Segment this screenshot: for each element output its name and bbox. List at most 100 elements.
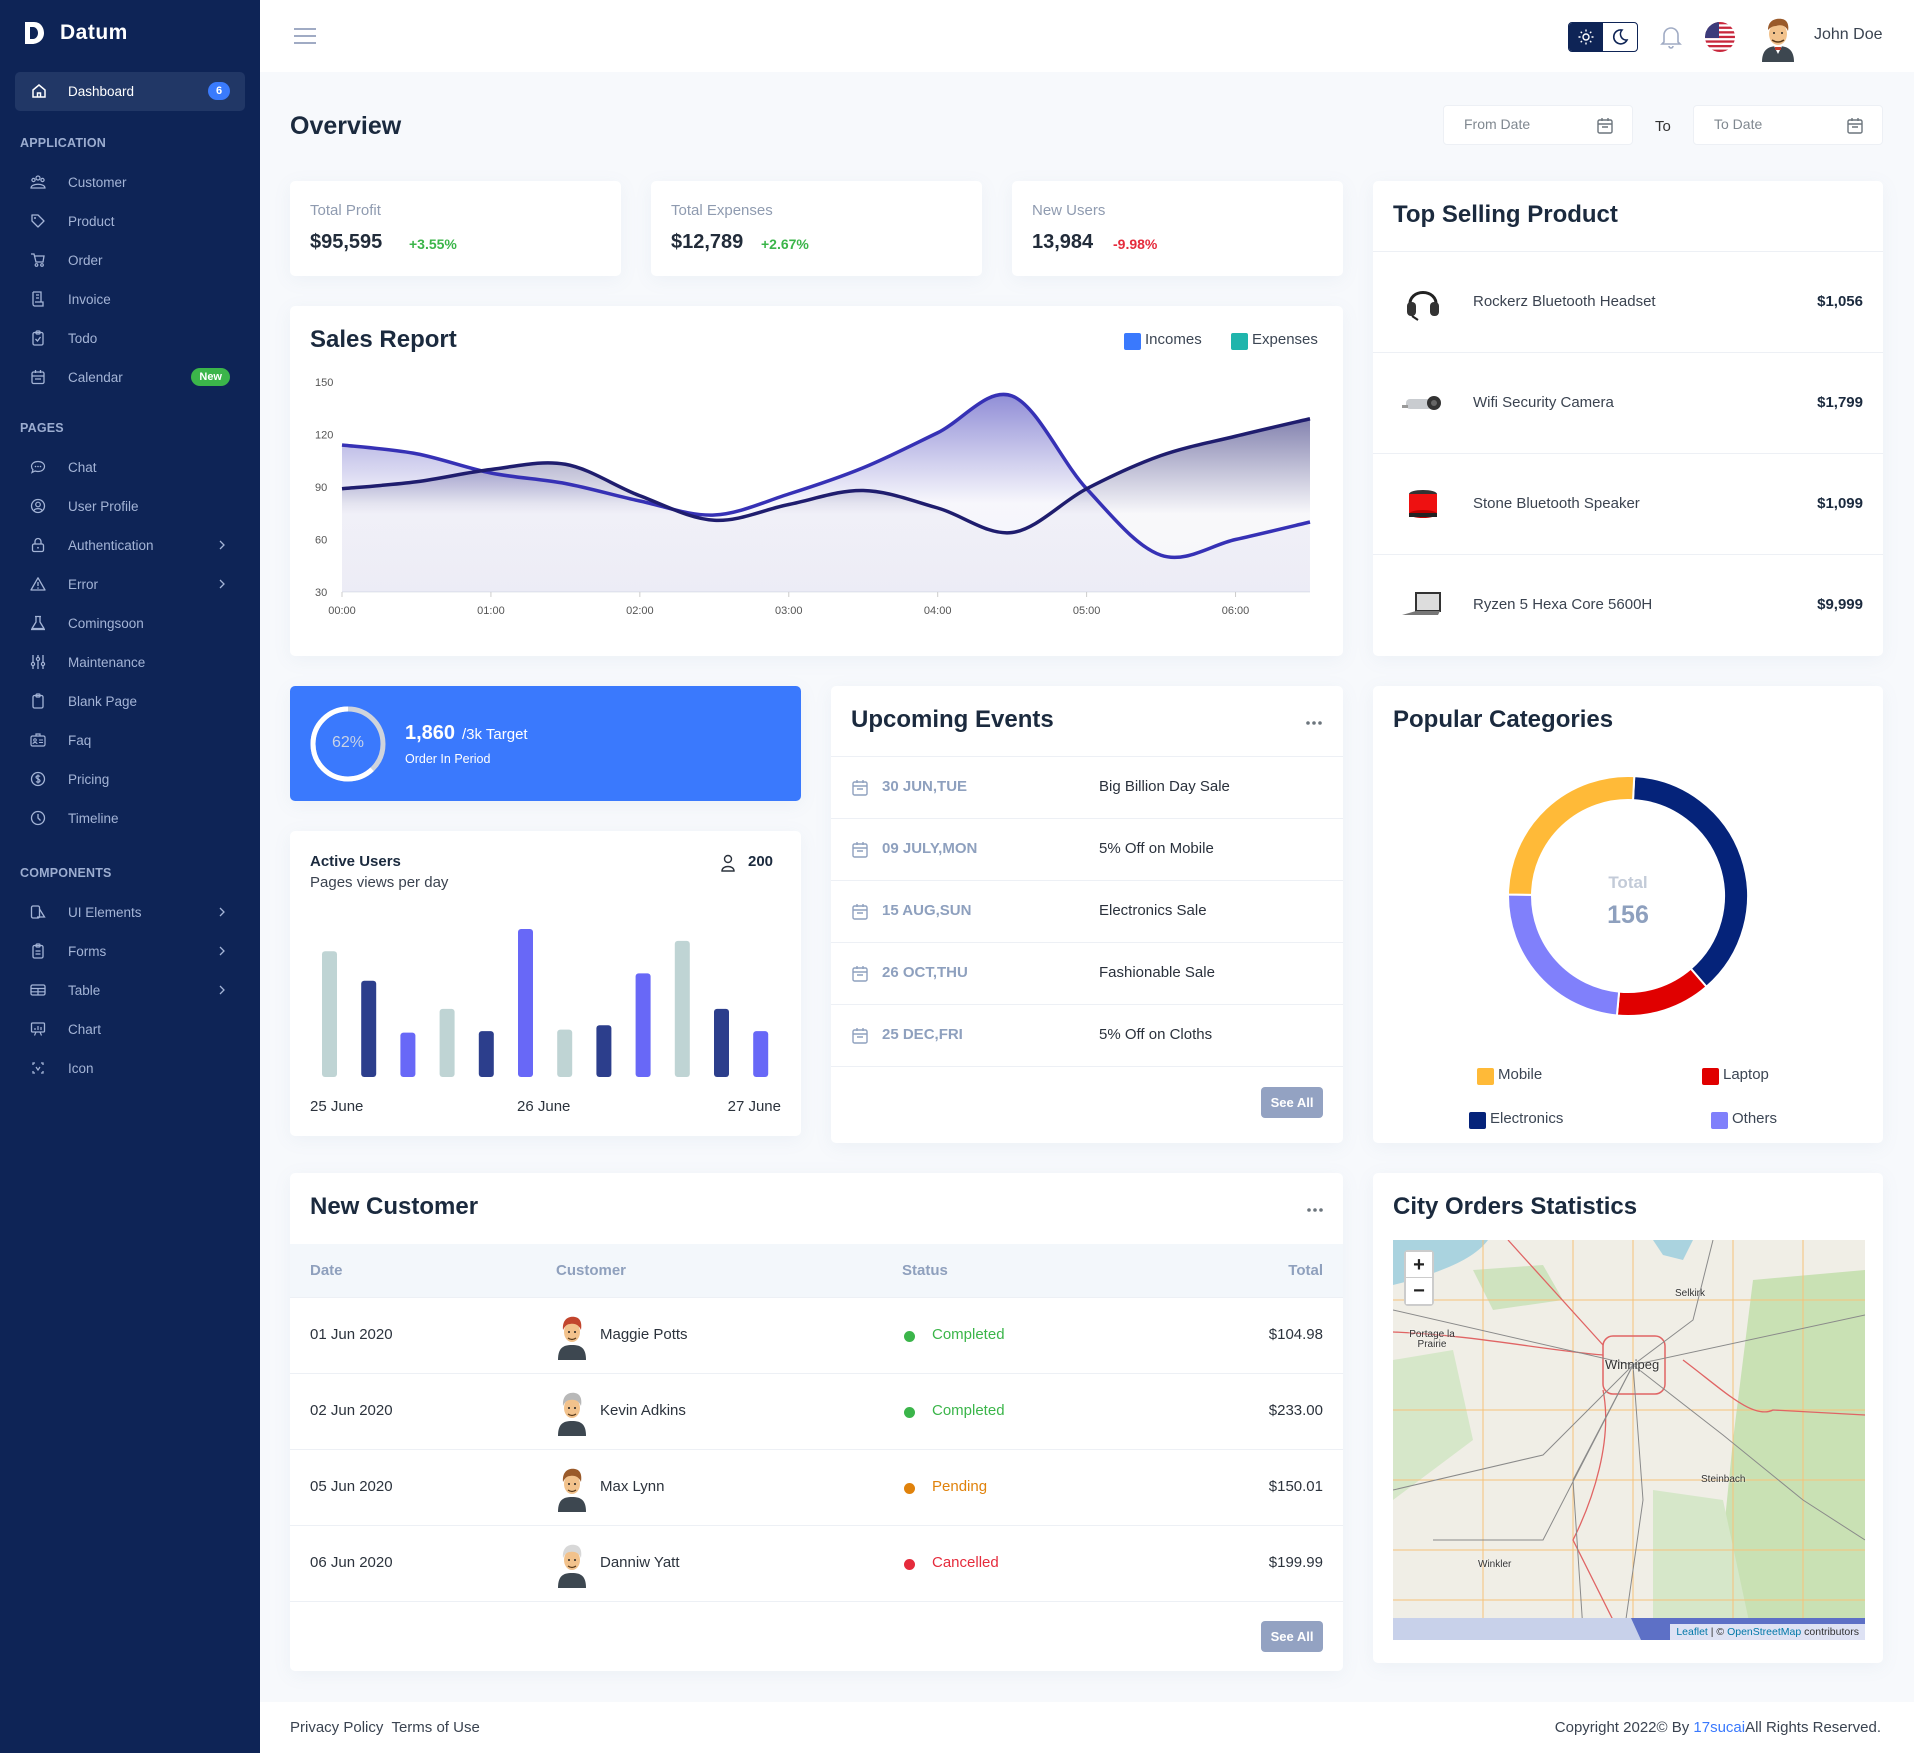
sidebar-item-chart[interactable]: Chart (15, 1013, 245, 1045)
column-header-customer[interactable]: Customer (556, 1244, 626, 1297)
table-row[interactable]: 01 Jun 2020 Maggie Potts Completed $104.… (290, 1297, 1343, 1373)
card-title: Upcoming Events (851, 706, 1054, 733)
sidebar-item-todo[interactable]: Todo (15, 322, 245, 354)
openstreetmap-link[interactable]: OpenStreetMap (1727, 1626, 1801, 1638)
y-tick-label: 150 (315, 377, 333, 389)
light-mode-button[interactable] (1569, 23, 1603, 51)
sidebar-item-pricing[interactable]: Pricing (15, 763, 245, 795)
sidebar-item-maintenance[interactable]: Maintenance (15, 646, 245, 678)
event-date: 26 OCT,THU (882, 964, 968, 981)
user-avatar[interactable] (1758, 14, 1798, 62)
avatar-man-gray-hair (558, 1392, 586, 1436)
product-row[interactable]: Rockerz Bluetooth Headset $1,056 (1373, 251, 1883, 352)
product-price: $9,999 (1817, 596, 1863, 613)
see-all-customers-button[interactable]: See All (1261, 1621, 1323, 1652)
sidebar-item-chat[interactable]: Chat (15, 451, 245, 483)
tag-icon (30, 213, 46, 229)
author-link[interactable]: 17sucai (1693, 1719, 1745, 1736)
y-tick-label: 30 (315, 587, 327, 599)
bar[interactable] (635, 973, 651, 1077)
bar[interactable] (361, 980, 377, 1077)
sidebar-item-timeline[interactable]: Timeline (15, 802, 245, 834)
more-options-icon[interactable] (1306, 1207, 1324, 1213)
bar[interactable] (322, 951, 337, 1077)
bar[interactable] (439, 1008, 455, 1077)
menu-toggle-button[interactable] (294, 27, 316, 45)
sidebar-item-icon[interactable]: Icon (15, 1052, 245, 1084)
sidebar-item-comingsoon[interactable]: Comingsoon (15, 607, 245, 639)
sidebar-item-ui-elements[interactable]: UI Elements (15, 896, 245, 928)
bar[interactable] (518, 929, 533, 1077)
to-date-field[interactable] (1693, 105, 1883, 145)
notifications-button[interactable] (1660, 24, 1682, 50)
product-row[interactable]: Wifi Security Camera $1,799 (1373, 352, 1883, 453)
sidebar-item-faq[interactable]: Faq (15, 724, 245, 756)
dark-mode-button[interactable] (1603, 23, 1637, 51)
user-name[interactable]: John Doe (1814, 26, 1883, 44)
sidebar-item-product[interactable]: Product (15, 205, 245, 237)
zoom-out-button[interactable]: − (1406, 1278, 1432, 1304)
sidebar-item-customer[interactable]: Customer (15, 166, 245, 198)
event-row[interactable]: 09 JULY,MON 5% Off on Mobile (831, 818, 1343, 880)
calendar-icon[interactable] (1596, 117, 1614, 135)
donut-slice-laptop[interactable] (1615, 967, 1708, 1017)
table-icon (30, 982, 46, 998)
cell-date: 05 Jun 2020 (310, 1478, 393, 1495)
product-row[interactable]: Stone Bluetooth Speaker $1,099 (1373, 453, 1883, 554)
sidebar-item-table[interactable]: Table (15, 974, 245, 1006)
sidebar-item-invoice[interactable]: Invoice (15, 283, 245, 315)
event-row[interactable]: 30 JUN,TUE Big Billion Day Sale (831, 756, 1343, 818)
see-all-events-button[interactable]: See All (1261, 1087, 1323, 1118)
more-options-icon[interactable] (1305, 720, 1323, 726)
table-row[interactable]: 06 Jun 2020 Danniw Yatt Cancelled $199.9… (290, 1525, 1343, 1601)
table-row[interactable]: 02 Jun 2020 Kevin Adkins Completed $233.… (290, 1373, 1343, 1449)
product-row[interactable]: Ryzen 5 Hexa Core 5600H $9,999 (1373, 554, 1883, 655)
from-date-input[interactable] (1464, 116, 1594, 132)
sidebar-item-blank-page[interactable]: Blank Page (15, 685, 245, 717)
event-row[interactable]: 15 AUG,SUN Electronics Sale (831, 880, 1343, 942)
bar[interactable] (478, 1031, 494, 1077)
clock-icon (30, 810, 46, 826)
theme-toggle[interactable] (1568, 22, 1638, 52)
map-label-winkler: Winkler (1478, 1559, 1512, 1570)
sidebar-item-order[interactable]: Order (15, 244, 245, 276)
sidebar-item-dashboard[interactable]: Dashboard 6 (15, 72, 245, 111)
privacy-policy-link[interactable]: Privacy Policy (290, 1719, 383, 1736)
event-row[interactable]: 25 DEC,FRI 5% Off on Cloths (831, 1004, 1343, 1066)
column-header-status[interactable]: Status (902, 1244, 948, 1297)
sidebar-item-user-profile[interactable]: User Profile (15, 490, 245, 522)
stat-change: -9.98% (1113, 236, 1158, 252)
language-selector[interactable] (1705, 22, 1735, 52)
bar[interactable] (557, 1029, 573, 1077)
legend-label-mobile[interactable]: Mobile (1498, 1066, 1542, 1083)
bar[interactable] (674, 940, 690, 1077)
sidebar-section-title: APPLICATION (20, 136, 106, 150)
calendar-icon[interactable] (1846, 117, 1864, 135)
sidebar-item-calendar[interactable]: Calendar New (15, 361, 245, 393)
brand-logo[interactable]: Datum (22, 20, 128, 46)
from-date-field[interactable] (1443, 105, 1633, 145)
terms-of-use-link[interactable]: Terms of Use (391, 1719, 479, 1736)
leaflet-link[interactable]: Leaflet (1676, 1626, 1708, 1638)
sidebar-item-forms[interactable]: Forms (15, 935, 245, 967)
bar[interactable] (714, 1008, 729, 1077)
bar[interactable] (400, 1032, 416, 1077)
event-row[interactable]: 26 OCT,THU Fashionable Sale (831, 942, 1343, 1004)
to-date-input[interactable] (1714, 116, 1844, 132)
bar[interactable] (596, 1025, 612, 1077)
legend-label-laptop[interactable]: Laptop (1723, 1066, 1769, 1083)
y-tick-label: 90 (315, 482, 327, 494)
zoom-in-button[interactable]: + (1406, 1252, 1432, 1278)
table-row[interactable]: 05 Jun 2020 Max Lynn Pending $150.01 (290, 1449, 1343, 1525)
bar[interactable] (753, 1031, 769, 1077)
sidebar-item-authentication[interactable]: Authentication (15, 529, 245, 561)
legend-label-others[interactable]: Others (1732, 1110, 1777, 1127)
city-orders-map[interactable]: Selkirk Portage la Prairie Winnipeg Stei… (1393, 1240, 1865, 1640)
map-tiles[interactable] (1393, 1240, 1865, 1640)
calendar-icon (852, 904, 868, 920)
legend-label-electronics[interactable]: Electronics (1490, 1110, 1563, 1127)
attribution-text: contributors (1801, 1626, 1859, 1638)
column-header-date[interactable]: Date (310, 1244, 343, 1297)
sidebar-item-error[interactable]: Error (15, 568, 245, 600)
column-header-total[interactable]: Total (1288, 1244, 1323, 1297)
